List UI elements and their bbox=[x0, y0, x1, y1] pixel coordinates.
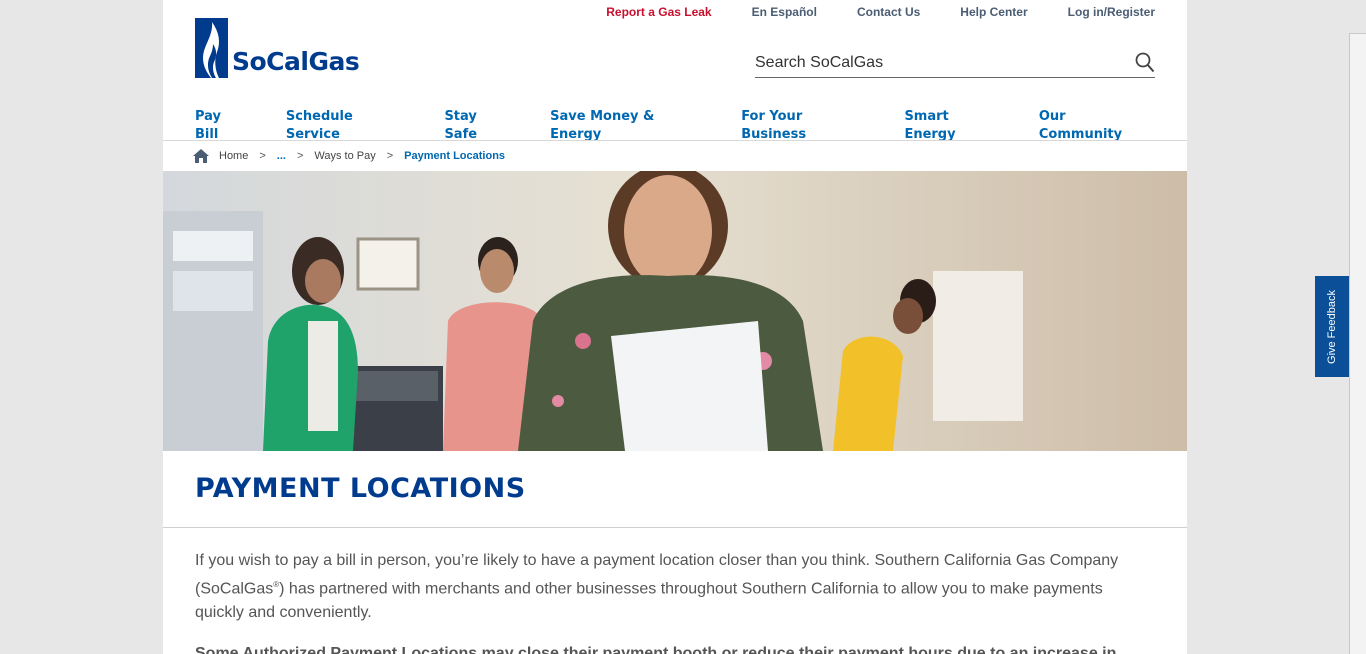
give-feedback-label: Give Feedback bbox=[1326, 289, 1339, 364]
breadcrumb-separator: > bbox=[259, 150, 266, 162]
report-gas-leak-link[interactable]: Report a Gas Leak bbox=[606, 5, 711, 19]
breadcrumb-separator: > bbox=[386, 150, 394, 162]
search-input[interactable] bbox=[755, 50, 1125, 76]
intro-paragraph: If you wish to pay a bill in person, you… bbox=[195, 549, 1135, 625]
flame-logo-icon bbox=[195, 18, 228, 78]
page-title: PAYMENT LOCATIONS bbox=[195, 473, 526, 504]
nav-save-money-energy[interactable]: Save Money & Energy bbox=[550, 108, 701, 144]
breadcrumb-ellipsis[interactable]: ... bbox=[277, 150, 286, 162]
home-icon[interactable] bbox=[193, 149, 209, 163]
nav-for-your-business[interactable]: For Your Business bbox=[741, 108, 864, 144]
logo-wordmark: SoCalGas bbox=[232, 47, 360, 76]
nav-divider bbox=[163, 140, 1187, 141]
hero-image bbox=[163, 171, 1187, 451]
utility-nav: Report a Gas Leak En Español Contact Us … bbox=[566, 5, 1155, 19]
breadcrumb-current: Payment Locations bbox=[404, 150, 506, 162]
contact-us-link[interactable]: Contact Us bbox=[857, 5, 920, 19]
socalgas-logo[interactable]: SoCalGas bbox=[195, 18, 360, 78]
nav-pay-bill[interactable]: Pay Bill bbox=[195, 108, 246, 144]
nav-our-community[interactable]: Our Community bbox=[1039, 108, 1147, 144]
title-divider bbox=[163, 527, 1187, 528]
scrollbar-track[interactable] bbox=[1349, 33, 1366, 654]
en-espanol-link[interactable]: En Español bbox=[752, 5, 817, 19]
notice-paragraph: Some Authorized Payment Locations may cl… bbox=[195, 645, 1117, 654]
breadcrumb: Home > ... > Ways to Pay > Payment Locat… bbox=[193, 148, 505, 164]
intro-text-part2: ) has partnered with merchants and other… bbox=[195, 580, 1103, 622]
nav-schedule-service[interactable]: Schedule Service bbox=[286, 108, 405, 144]
breadcrumb-home[interactable]: Home bbox=[219, 150, 248, 162]
hero-photo-illustration bbox=[163, 171, 1187, 451]
search-bar bbox=[755, 50, 1155, 78]
breadcrumb-separator: > bbox=[296, 150, 304, 162]
main-nav: Pay Bill Schedule Service Stay Safe Save… bbox=[195, 108, 1187, 144]
breadcrumb-ways-to-pay[interactable]: Ways to Pay bbox=[314, 150, 375, 162]
nav-smart-energy[interactable]: Smart Energy bbox=[904, 108, 998, 144]
page-container: Report a Gas Leak En Español Contact Us … bbox=[163, 0, 1187, 654]
login-register-link[interactable]: Log in/Register bbox=[1068, 5, 1155, 19]
search-icon[interactable] bbox=[1135, 52, 1155, 74]
help-center-link[interactable]: Help Center bbox=[960, 5, 1027, 19]
nav-stay-safe[interactable]: Stay Safe bbox=[444, 108, 510, 144]
give-feedback-button[interactable]: Give Feedback bbox=[1315, 276, 1349, 377]
